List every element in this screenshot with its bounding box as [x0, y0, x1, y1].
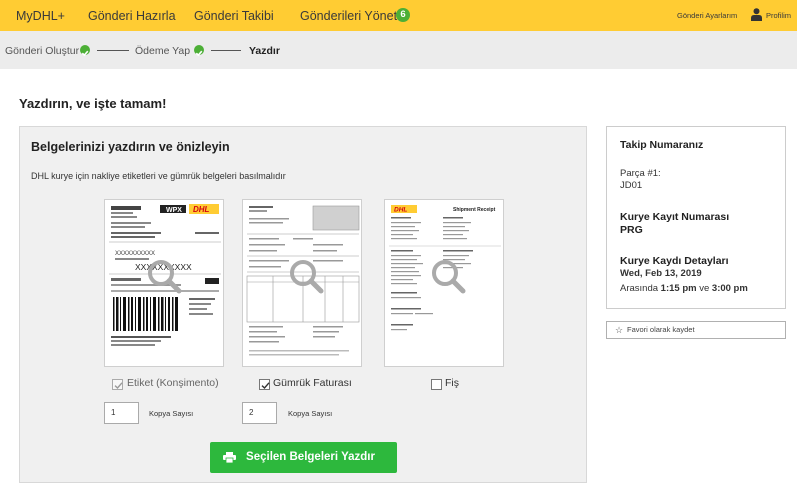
range-prefix: Arasında	[620, 283, 659, 294]
time-from: 1:15 pm	[660, 283, 697, 294]
pickup-date: Wed, Feb 13, 2019	[620, 268, 702, 279]
receipt-title-text: Shipment Receipt	[453, 207, 496, 213]
piece-number[interactable]: JD01	[620, 180, 642, 191]
save-favorite-button[interactable]: ☆ Favori olarak kaydet	[606, 321, 786, 339]
shipment-settings-link[interactable]: Gönderi Ayarlarım	[677, 11, 737, 20]
dhl-logo-text: DHL	[193, 205, 210, 214]
progress-steps: Gönderi Oluştur Ödeme Yap Yazdır	[0, 31, 797, 69]
label-checkbox	[112, 379, 123, 390]
tracking-title: Takip Numaranız	[620, 139, 704, 151]
step-connector	[211, 50, 241, 51]
print-button-label: Seçilen Belgeleri Yazdır	[246, 451, 375, 463]
brand-link[interactable]: MyDHL+	[16, 9, 65, 23]
page-title: Yazdırın, ve işte tamam!	[19, 96, 167, 111]
pickup-time-range: Arasında 1:15 pm ve 3:00 pm	[620, 283, 748, 294]
time-to: 3:00 pm	[711, 283, 748, 294]
receipt-preview[interactable]: DHL Shipment Receipt	[384, 199, 504, 367]
top-navigation: MyDHL+ Gönderi Hazırla Gönderi Takibi Gö…	[0, 0, 797, 31]
panel-title: Belgelerinizi yazdırın ve önizleyin	[31, 140, 230, 154]
piece-label: Parça #1:	[620, 168, 661, 179]
receipt-checkbox[interactable]	[431, 379, 442, 390]
printer-icon	[223, 452, 236, 463]
pickup-number-value: PRG	[620, 224, 643, 236]
copies-label: Kopya Sayısı	[288, 409, 333, 418]
receipt-checkbox-label[interactable]: Fiş	[445, 377, 459, 389]
nav-item-create-shipment[interactable]: Gönderi Hazırla	[88, 9, 176, 23]
star-icon: ☆	[615, 325, 624, 335]
invoice-copies-input[interactable]: 2	[242, 402, 277, 424]
person-icon[interactable]	[751, 8, 762, 21]
step-payment: Ödeme Yap	[135, 45, 191, 57]
step-print: Yazdır	[249, 45, 280, 57]
invoice-checkbox[interactable]	[259, 379, 270, 390]
product-code-text: WPX	[166, 207, 182, 214]
save-favorite-label: Favori olarak kaydet	[627, 325, 695, 334]
invoice-preview[interactable]	[242, 199, 362, 367]
pickup-number-title: Kurye Kayıt Numarası	[620, 211, 730, 223]
copies-label: Kopya Sayısı	[149, 409, 194, 418]
print-selected-button[interactable]: Seçilen Belgeleri Yazdır	[210, 442, 397, 473]
range-mid: ve	[699, 283, 710, 294]
pickup-details-title: Kurye Kaydı Detayları	[620, 255, 729, 267]
check-icon	[194, 45, 204, 57]
label-checkbox-label: Etiket (Konşimento)	[127, 377, 219, 389]
step-create-shipment: Gönderi Oluştur	[5, 45, 80, 57]
invoice-checkbox-label[interactable]: Gümrük Faturası	[273, 377, 352, 389]
label-copies-input[interactable]: 1	[104, 402, 139, 424]
profile-link[interactable]: Profilim	[766, 11, 791, 20]
notification-badge: 6	[396, 8, 410, 22]
tracking-panel: Takip Numaranız Parça #1: JD01 Kurye Kay…	[606, 126, 786, 309]
nav-item-manage-shipments[interactable]: Gönderileri Yönet	[300, 9, 397, 23]
address-placeholder-text: XXXXXXXXXX	[115, 251, 155, 257]
documents-panel: Belgelerinizi yazdırın ve önizleyin DHL …	[19, 126, 587, 483]
dhl-logo-text: DHL	[394, 207, 407, 214]
check-icon	[80, 45, 90, 57]
step-connector	[97, 50, 129, 51]
nav-item-track[interactable]: Gönderi Takibi	[194, 9, 274, 23]
label-preview[interactable]: WPX DHL XXXXXXXXXX XXXXXXXXXX	[104, 199, 224, 367]
panel-subtitle: DHL kurye için nakliye etiketleri ve güm…	[31, 171, 286, 181]
